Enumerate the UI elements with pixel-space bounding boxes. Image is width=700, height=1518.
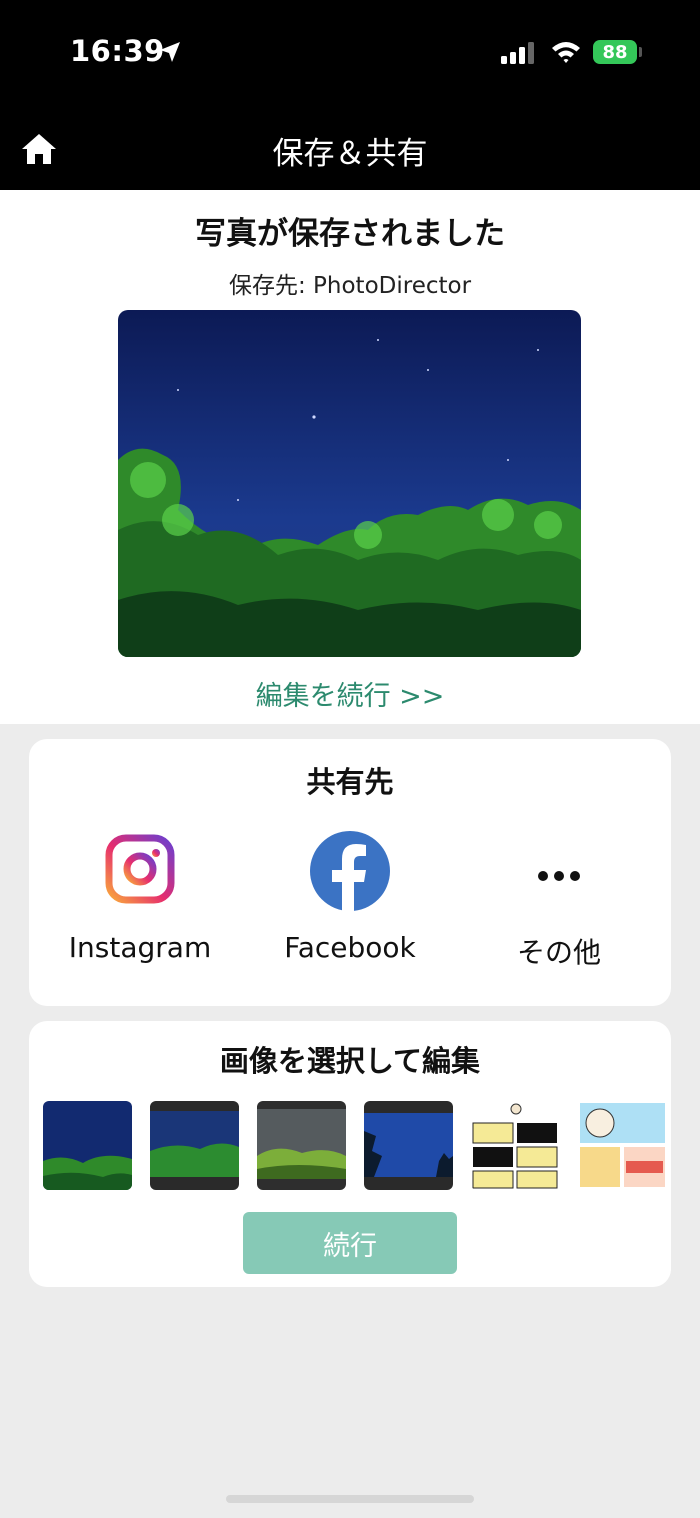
facebook-icon <box>310 831 390 912</box>
share-item-label: その他 <box>516 936 601 969</box>
nav-bar: 保存＆共有 <box>0 104 700 190</box>
cellular-signal-icon <box>501 42 534 64</box>
share-item-label: Facebook <box>284 931 416 964</box>
share-instagram-button[interactable]: Instagram <box>50 834 230 974</box>
wifi-icon <box>552 42 580 63</box>
share-facebook-button[interactable]: Facebook <box>260 831 440 974</box>
status-time: 16:39 <box>70 34 165 68</box>
share-title: 共有先 <box>306 765 394 799</box>
image-thumbnail[interactable] <box>471 1101 560 1190</box>
saved-photo-preview <box>118 310 581 657</box>
select-image-card: 画像を選択して編集 続行 <box>29 1021 671 1287</box>
status-bar: 16:39 88 <box>0 0 700 104</box>
select-title: 画像を選択して編集 <box>219 1044 481 1078</box>
battery-indicator: 88 <box>593 40 637 64</box>
image-thumbnail[interactable] <box>43 1101 132 1190</box>
page-title: 保存＆共有 <box>272 136 428 172</box>
image-thumbnail[interactable] <box>578 1101 667 1190</box>
battery-cap <box>639 47 642 57</box>
share-item-label: Instagram <box>68 931 212 964</box>
continue-button[interactable]: 続行 <box>243 1212 457 1274</box>
home-indicator[interactable] <box>226 1495 474 1503</box>
saved-section: 写真が保存されました 保存先: PhotoDirector 編集を続行 >> <box>0 190 700 724</box>
location-arrow-icon <box>160 42 180 62</box>
share-more-button[interactable]: その他 <box>469 834 649 974</box>
image-thumbnail[interactable] <box>150 1101 239 1190</box>
share-card: 共有先 Instagram Facebook その他 <box>29 739 671 1006</box>
image-thumbnail[interactable] <box>257 1101 346 1190</box>
continue-edit-link[interactable]: 編集を続行 >> <box>0 674 700 713</box>
saved-title: 写真が保存されました <box>195 216 505 252</box>
instagram-icon <box>105 834 175 904</box>
battery-level: 88 <box>602 41 628 63</box>
image-thumbnail[interactable] <box>364 1101 453 1190</box>
save-location-text: 保存先: PhotoDirector <box>228 273 472 299</box>
more-icon <box>538 871 580 881</box>
